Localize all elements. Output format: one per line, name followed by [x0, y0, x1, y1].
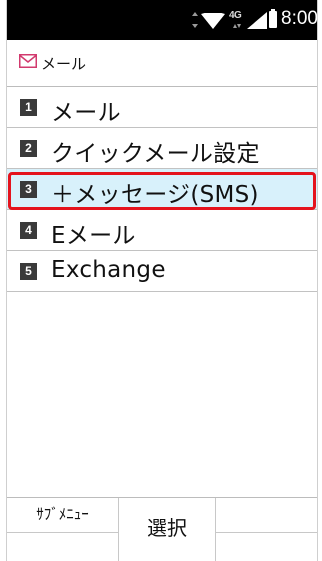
select-softkey[interactable]: 選択	[119, 498, 215, 561]
submenu-softkey[interactable]: ｻﾌﾞﾒﾆｭｰ	[7, 498, 119, 533]
page-title: メール	[41, 55, 87, 73]
right-softkey[interactable]	[215, 498, 317, 533]
number-badge: 4	[20, 222, 37, 239]
menu-item-label: ＋メッセージ(SMS)	[51, 182, 259, 208]
data-transfer-arrows-icon	[192, 12, 198, 28]
menu-item-email[interactable]: 4 Eメール	[7, 210, 317, 251]
battery-icon	[269, 9, 277, 28]
phone-screen: 4G 8:00 メール 1 メール 2 クイックメール設定 3 ＋メッセージ(S…	[6, 0, 318, 561]
menu-item-plus-message-sms[interactable]: 3 ＋メッセージ(SMS)	[7, 169, 317, 210]
network-type-label: 4G	[229, 10, 242, 21]
number-badge: 3	[20, 181, 37, 198]
number-badge: 2	[20, 140, 37, 157]
softkey-bar: ｻﾌﾞﾒﾆｭｰ 選択	[7, 497, 317, 561]
number-badge: 1	[20, 99, 37, 116]
app-header: メール	[7, 40, 317, 87]
softkey-divider	[7, 533, 119, 561]
status-bar: 4G 8:00	[7, 0, 318, 40]
softkey-divider	[215, 533, 317, 561]
menu-item-label: Eメール	[51, 223, 136, 249]
clock-time: 8:00	[281, 8, 318, 29]
menu-item-label: クイックメール設定	[51, 141, 260, 167]
menu-item-quick-mail-settings[interactable]: 2 クイックメール設定	[7, 128, 317, 169]
signal-strength-icon	[247, 12, 267, 29]
lte-4g-icon: 4G	[229, 8, 247, 32]
mail-envelope-icon	[19, 54, 37, 68]
menu-item-label: Exchange	[51, 257, 166, 283]
menu-item-mail[interactable]: 1 メール	[7, 87, 317, 128]
menu-item-label: メール	[51, 100, 121, 126]
number-badge: 5	[20, 263, 37, 280]
menu-item-exchange[interactable]: 5 Exchange	[7, 251, 317, 292]
wifi-icon	[201, 13, 225, 29]
mail-menu-list: 1 メール 2 クイックメール設定 3 ＋メッセージ(SMS) 4 Eメール 5…	[7, 87, 317, 292]
